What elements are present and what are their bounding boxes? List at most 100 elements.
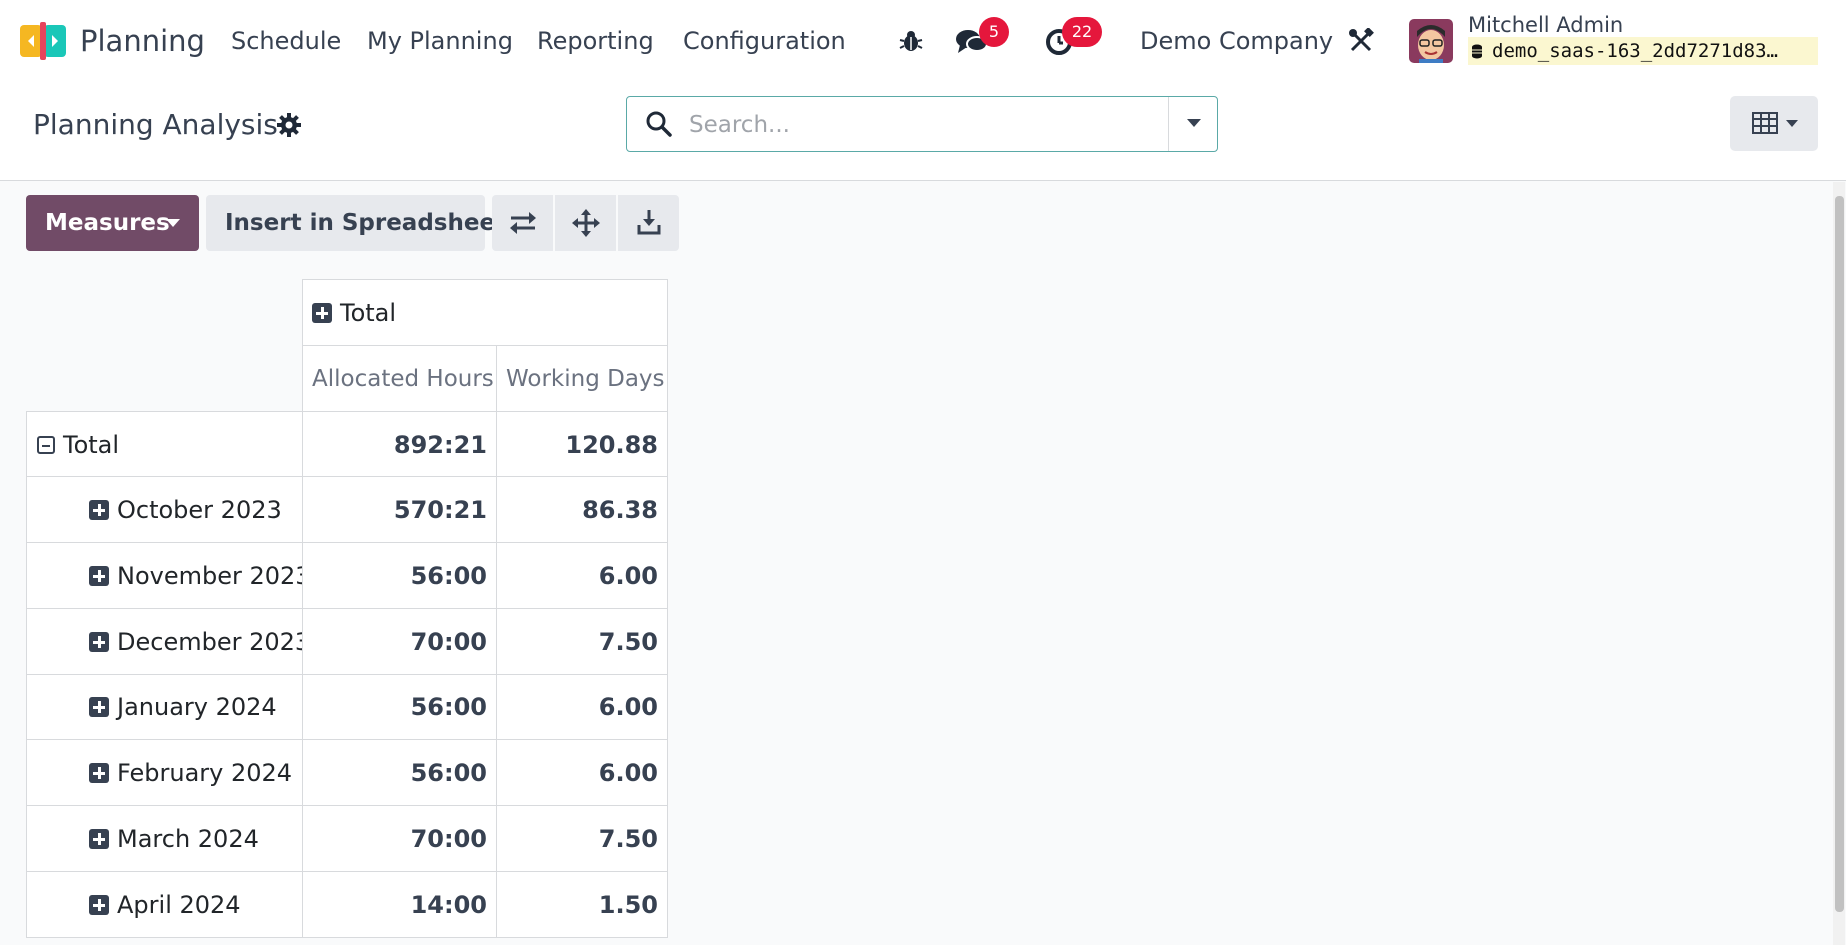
planning-app-icon[interactable] — [20, 22, 68, 60]
user-avatar[interactable] — [1409, 19, 1453, 63]
pivot-cell[interactable]: 6.00 — [496, 542, 668, 609]
expand-icon — [89, 500, 109, 520]
download-icon — [637, 210, 661, 235]
cell-value: 120.88 — [565, 431, 658, 459]
expand-icon — [89, 632, 109, 652]
pivot-cell[interactable]: 56:00 — [302, 542, 497, 609]
row-header-label: February 2024 — [117, 759, 293, 787]
menu-my-planning[interactable]: My Planning — [367, 26, 513, 56]
scrollbar-thumb[interactable] — [1835, 196, 1844, 912]
pivot-cell[interactable]: 892:21 — [302, 411, 497, 477]
arrows-move-icon — [572, 209, 600, 237]
collapse-icon — [37, 436, 55, 454]
caret-down-icon — [1187, 119, 1201, 127]
expand-icon — [89, 895, 109, 915]
expand-all-button[interactable] — [555, 195, 616, 251]
expand-icon — [89, 697, 109, 717]
measures-button[interactable]: Measures — [26, 195, 199, 251]
pivot-row-header[interactable]: April 2024 — [26, 871, 303, 938]
pivot-cell[interactable]: 7.50 — [496, 608, 668, 675]
flip-axis-icon — [510, 212, 536, 234]
search-input[interactable] — [687, 105, 1191, 145]
view-switcher[interactable] — [1730, 96, 1818, 151]
expand-icon — [89, 763, 109, 783]
measure-header-label: Working Days — [506, 366, 665, 392]
search-bar — [626, 96, 1218, 152]
flip-axis-button[interactable] — [492, 195, 553, 251]
company-switcher[interactable]: Demo Company — [1140, 26, 1333, 56]
control-panel: Planning Analysis — [0, 82, 1846, 181]
pivot-cell[interactable]: 56:00 — [302, 674, 497, 740]
cell-value: 70:00 — [410, 628, 487, 656]
caret-down-icon — [1786, 120, 1798, 127]
pivot-row-header[interactable]: November 2023 — [26, 542, 311, 609]
insert-in-spreadsheet-label: Insert in Spreadsheet — [225, 210, 507, 236]
cell-value: 1.50 — [598, 891, 658, 919]
tools-icon[interactable] — [1348, 28, 1374, 54]
top-navbar: Planning Schedule My Planning Reporting … — [0, 0, 1846, 82]
pivot-column-header-label: Total — [340, 299, 397, 327]
pivot-row-header[interactable]: February 2024 — [26, 739, 303, 806]
bug-icon[interactable] — [898, 28, 924, 54]
cell-value: 70:00 — [410, 825, 487, 853]
menu-configuration[interactable]: Configuration — [683, 26, 846, 56]
menu-schedule[interactable]: Schedule — [231, 26, 341, 56]
pivot-cell[interactable]: 120.88 — [496, 411, 668, 477]
search-options-toggle[interactable] — [1168, 97, 1218, 151]
pivot-cell[interactable]: 6.00 — [496, 739, 668, 806]
pivot-cell[interactable]: 7.50 — [496, 805, 668, 872]
cell-value: 570:21 — [393, 496, 487, 524]
row-header-label: November 2023 — [117, 562, 311, 590]
pivot-cell[interactable]: 56:00 — [302, 739, 497, 806]
database-name: demo_saas-163_2dd7271d83… — [1468, 37, 1818, 65]
measure-header-label: Allocated Hours — [312, 366, 494, 392]
cell-value: 56:00 — [410, 759, 487, 787]
pivot-cell[interactable]: 70:00 — [302, 608, 497, 675]
measure-header-working-days[interactable]: Working Days — [496, 345, 668, 412]
page-title: Planning Analysis — [33, 108, 278, 141]
pivot-row-header[interactable]: October 2023 — [26, 476, 303, 543]
insert-in-spreadsheet-button[interactable]: Insert in Spreadsheet — [206, 195, 506, 251]
pivot-cell[interactable]: 14:00 — [302, 871, 497, 938]
row-header-label: December 2023 — [117, 628, 311, 656]
cell-value: 6.00 — [598, 693, 658, 721]
pivot-cell[interactable]: 70:00 — [302, 805, 497, 872]
cell-value: 7.50 — [598, 825, 658, 853]
pivot-column-header-total[interactable]: Total — [302, 279, 668, 346]
table-icon — [1752, 112, 1778, 134]
search-icon — [646, 111, 672, 137]
cell-value: 6.00 — [598, 562, 658, 590]
expand-icon — [89, 829, 109, 849]
row-header-label: March 2024 — [117, 825, 259, 853]
app-name[interactable]: Planning — [80, 22, 205, 60]
row-header-label: Total — [63, 431, 120, 459]
cell-value: 86.38 — [582, 496, 658, 524]
pivot-row-header[interactable]: December 2023 — [26, 608, 310, 675]
pivot-row-header[interactable]: March 2024 — [26, 805, 303, 872]
expand-icon — [89, 566, 109, 586]
measures-button-label: Measures — [45, 210, 170, 236]
cell-value: 56:00 — [410, 693, 487, 721]
pivot-cell[interactable]: 570:21 — [302, 476, 497, 543]
cell-value: 56:00 — [410, 562, 487, 590]
pivot-cell[interactable]: 6.00 — [496, 674, 668, 740]
cell-value: 892:21 — [393, 431, 487, 459]
messages-badge: 5 — [979, 17, 1009, 47]
row-header-label: April 2024 — [117, 891, 241, 919]
expand-icon — [312, 303, 332, 323]
pivot-cell[interactable]: 86.38 — [496, 476, 668, 543]
caret-down-icon — [166, 219, 180, 227]
download-button[interactable] — [618, 195, 679, 251]
row-header-label: January 2024 — [117, 693, 277, 721]
activities-badge: 22 — [1062, 17, 1102, 47]
user-name[interactable]: Mitchell Admin — [1468, 12, 1623, 38]
pivot-row-header-total[interactable]: Total — [26, 411, 303, 477]
measure-header-allocated-hours[interactable]: Allocated Hours — [302, 345, 497, 412]
cell-value: 14:00 — [410, 891, 487, 919]
pivot-cell[interactable]: 1.50 — [496, 871, 668, 938]
database-name-text: demo_saas-163_2dd7271d83… — [1492, 40, 1778, 62]
menu-reporting[interactable]: Reporting — [537, 26, 654, 56]
pivot-row-header[interactable]: January 2024 — [26, 674, 303, 740]
row-header-label: October 2023 — [117, 496, 282, 524]
gear-icon[interactable] — [276, 112, 302, 138]
